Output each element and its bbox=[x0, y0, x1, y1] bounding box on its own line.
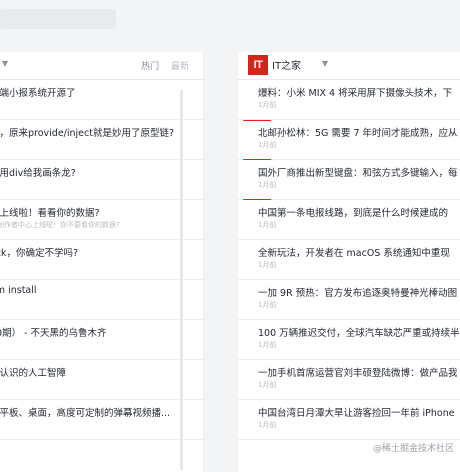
item-title[interactable]: 吗，原来provide/inject就是妙用了原型链? bbox=[0, 125, 174, 139]
list-item[interactable]: 30期） - 不天黑的乌鲁木齐 bbox=[0, 321, 203, 360]
tab-hot[interactable]: 热门 bbox=[141, 62, 159, 72]
right-feed-card: IT IT之家 ▼ 爆料：小米 MIX 4 将采用屏下摄像头技术，下 1月前 北邮孙… bbox=[238, 52, 460, 472]
item-title[interactable]: om install bbox=[0, 285, 37, 296]
list-item[interactable]: 心上线啦！看看你的数据? 员创作者中心上线啦！你不要看你的数据? bbox=[0, 201, 203, 240]
annotation-underline bbox=[243, 120, 271, 121]
list-item[interactable]: 一加手机首席运营官刘丰硕登陆微博：做产品我 1月前 bbox=[238, 361, 460, 400]
list-item[interactable]: 中国台湾日月潭大旱让游客捡回一年前 iPhone 1月前 bbox=[238, 401, 460, 440]
item-meta: 1月前 bbox=[258, 221, 277, 229]
item-title[interactable]: 一加手机首席运营官刘丰硕登陆微博：做产品我 bbox=[258, 365, 458, 379]
scrollbar[interactable] bbox=[180, 90, 183, 470]
item-title[interactable]: 全新玩法，开发者在 macOS 系统通知中重现 bbox=[258, 245, 450, 259]
watermark: @稀土掘金技术社区 bbox=[372, 444, 454, 454]
list-item[interactable]: 国外厂商推出新型键盘：和弦方式多键输入，每 1月前 bbox=[238, 161, 460, 200]
annotation-underline bbox=[243, 199, 271, 200]
right-card-header: IT IT之家 ▼ bbox=[238, 52, 460, 80]
item-meta: 1月前 bbox=[258, 261, 277, 269]
ithome-logo-icon: IT bbox=[248, 55, 268, 75]
list-item[interactable]: 爆料：小米 MIX 4 将采用屏下摄像头技术，下 1月前 bbox=[238, 81, 460, 120]
item-title[interactable]: 爆料：小米 MIX 4 将采用屏下摄像头技术，下 bbox=[258, 85, 452, 99]
item-title[interactable]: 我认识的人工智障 bbox=[0, 365, 66, 379]
item-title[interactable]: 30期） - 不天黑的乌鲁木齐 bbox=[0, 325, 107, 339]
list-item[interactable]: ack，你确定不学吗? bbox=[0, 241, 203, 280]
item-title[interactable]: 能用div给我画条龙? bbox=[0, 165, 76, 179]
list-item[interactable]: 一加 9R 预热：官方发布追逐奥特曼神光棒动图 1月前 bbox=[238, 281, 460, 320]
list-item[interactable]: 、平板、桌面，高度可定制的弹幕视频播... bbox=[0, 401, 203, 440]
left-card-header: ▼ 热门 最新 bbox=[0, 52, 203, 80]
item-meta: 1月前 bbox=[258, 101, 277, 109]
item-title[interactable]: 前端小报系统开源了 bbox=[0, 85, 76, 99]
item-meta: 1月前 bbox=[258, 141, 277, 149]
item-title[interactable]: 北邮孙松林：5G 需要 7 年时间才能成熟，应从 bbox=[258, 125, 458, 139]
item-title[interactable]: ack，你确定不学吗? bbox=[0, 245, 78, 259]
item-meta: 1月前 bbox=[258, 421, 277, 429]
item-title[interactable]: 国外厂商推出新型键盘：和弦方式多键输入，每 bbox=[258, 165, 458, 179]
list-item[interactable]: 中国第一条电报线路，到底是什么时候建成的 1月前 bbox=[238, 201, 460, 240]
item-meta: 1月前 bbox=[258, 301, 277, 309]
item-meta: 1月前 bbox=[258, 381, 277, 389]
list-item[interactable]: 吗，原来provide/inject就是妙用了原型链? bbox=[0, 121, 203, 160]
list-item[interactable]: 能用div给我画条龙? bbox=[0, 161, 203, 200]
item-title[interactable]: 一加 9R 预热：官方发布追逐奥特曼神光棒动图 bbox=[258, 285, 457, 299]
sort-tabs: 热门 最新 bbox=[141, 59, 189, 72]
list-item[interactable]: 前端小报系统开源了 bbox=[0, 81, 203, 120]
tab-new[interactable]: 最新 bbox=[171, 62, 189, 72]
list-item[interactable]: 我认识的人工智障 bbox=[0, 361, 203, 400]
annotation-underline bbox=[243, 159, 271, 160]
item-title[interactable]: 心上线啦！看看你的数据? bbox=[0, 205, 100, 219]
list-item[interactable]: 全新玩法，开发者在 macOS 系统通知中重现 1月前 bbox=[238, 241, 460, 280]
item-meta: 员创作者中心上线啦！你不要看你的数据? bbox=[0, 221, 120, 229]
chevron-down-icon[interactable]: ▼ bbox=[2, 59, 8, 68]
list-item[interactable]: om install序 bbox=[0, 281, 203, 320]
left-feed-card: ▼ 热门 最新 前端小报系统开源了吗，原来provide/inject就是妙用了… bbox=[0, 52, 203, 472]
item-meta: 1月前 bbox=[258, 181, 277, 189]
chevron-down-icon[interactable]: ▼ bbox=[322, 59, 328, 68]
list-item[interactable]: 100 万辆推迟交付，全球汽车缺芯严重或持续半 1月前 bbox=[238, 321, 460, 360]
item-title[interactable]: 中国第一条电报线路，到底是什么时候建成的 bbox=[258, 205, 448, 219]
item-title[interactable]: 中国台湾日月潭大旱让游客捡回一年前 iPhone bbox=[258, 405, 455, 419]
item-title[interactable]: 、平板、桌面，高度可定制的弹幕视频播... bbox=[0, 405, 170, 419]
item-meta: 1月前 bbox=[258, 341, 277, 349]
item-title[interactable]: 100 万辆推迟交付，全球汽车缺芯严重或持续半 bbox=[258, 325, 460, 339]
search-input[interactable] bbox=[0, 9, 116, 29]
source-name[interactable]: IT之家 bbox=[272, 57, 301, 72]
list-item[interactable]: 北邮孙松林：5G 需要 7 年时间才能成熟，应从 1月前 bbox=[238, 121, 460, 160]
